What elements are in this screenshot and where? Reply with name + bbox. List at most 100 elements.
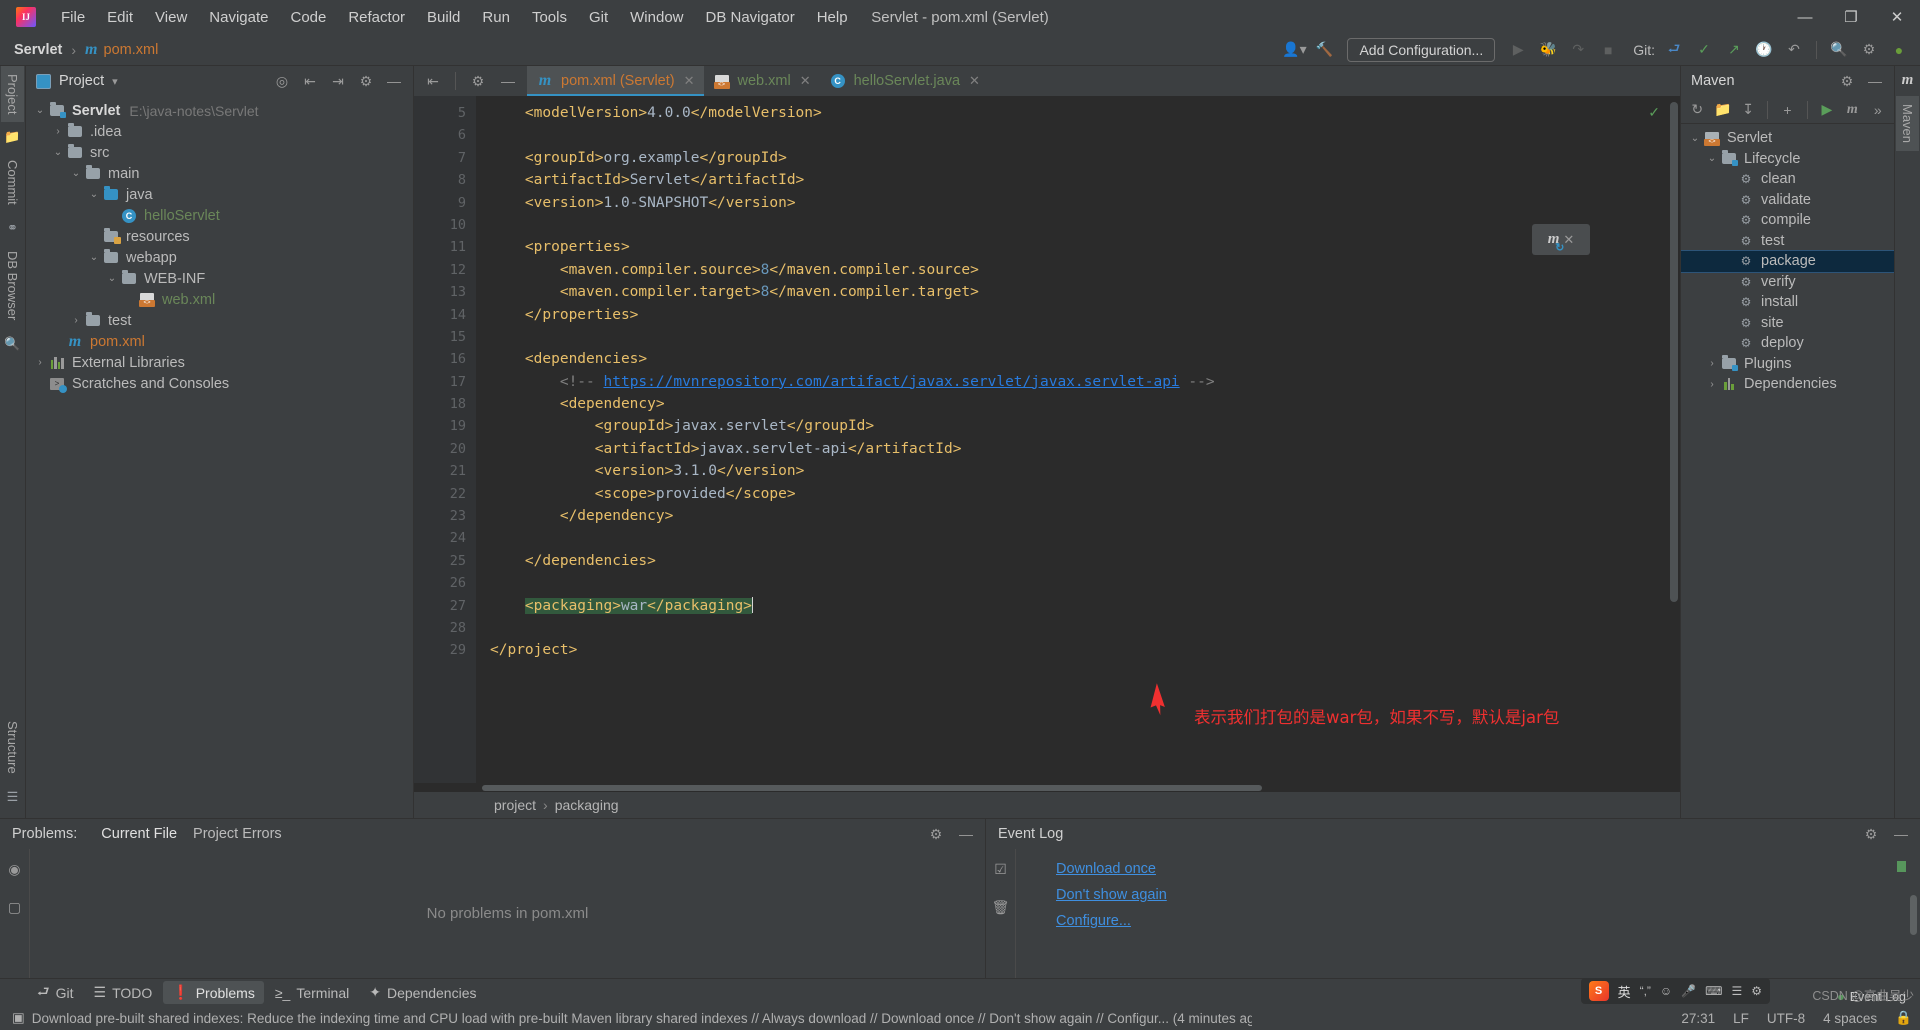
menu-refactor[interactable]: Refactor [337,5,416,30]
tabs-collapse-icon[interactable]: ⇤ [420,69,446,93]
maven-reload-all-icon[interactable]: ↻ [1686,98,1708,122]
code-line[interactable]: <properties> [476,236,1680,258]
breadcrumb-project[interactable]: Servlet [14,42,62,58]
ime-keyboard-icon[interactable]: ⌨ [1705,984,1722,998]
maven-tree[interactable]: ⌄Servlet⌄Lifecycle›⚙clean›⚙validate›⚙com… [1681,124,1894,818]
maven-hide-icon[interactable]: — [1862,69,1888,93]
ime-punctuation-icon[interactable]: “,” [1640,984,1651,998]
code-line[interactable]: <modelVersion>4.0.0</modelVersion> [476,102,1680,124]
menu-build[interactable]: Build [416,5,471,30]
maven-tree-item[interactable]: ›⚙deploy [1681,333,1894,354]
project-tree-item[interactable]: › External Libraries [26,352,413,373]
project-tree-item[interactable]: ⌄ webapp [26,247,413,268]
gutter-line-number[interactable]: 8 [414,169,476,191]
pane-hide-icon[interactable]: — [381,69,407,93]
folder-strip-icon[interactable]: 📁 [4,129,20,145]
status-message-wrap[interactable]: ▣ Download pre-built shared indexes: Red… [12,1010,1252,1026]
branch-icon[interactable]: ⮐ [1661,38,1687,62]
tree-expand-arrow-icon[interactable]: ⌄ [86,252,102,263]
menu-view[interactable]: View [144,5,198,30]
code-line[interactable]: <groupId>org.example</groupId> [476,147,1680,169]
maven-toast-close-icon[interactable]: ✕ [1563,232,1574,248]
sogou-ime-logo-icon[interactable]: S [1588,981,1609,1001]
caret-position[interactable]: 27:31 [1681,1011,1715,1026]
strip-tab-project[interactable]: Project [1,66,24,123]
tool-button-terminal[interactable]: ≥_ Terminal [266,982,358,1004]
gutter-line-number[interactable]: 21 [414,460,476,482]
tree-expand-arrow-icon[interactable]: › [68,315,84,326]
code-line[interactable]: <scope>provided</scope> [476,483,1680,505]
code-line[interactable]: <version>1.0-SNAPSHOT</version> [476,192,1680,214]
gutter-line-number[interactable]: 9 [414,192,476,214]
gutter-line-number[interactable]: 29− [414,639,490,661]
debug-icon[interactable]: 🐝 [1535,38,1561,62]
tab-current-file[interactable]: Current File [93,823,185,851]
code-line[interactable] [476,326,1680,348]
maximize-button[interactable]: ❐ [1828,0,1874,34]
project-tree-item[interactable]: ›>Scratches and Consoles [26,373,413,394]
locate-icon[interactable]: ◎ [269,69,295,93]
editor-horizontal-scrollbar[interactable] [482,783,1620,792]
line-separator[interactable]: LF [1733,1011,1749,1026]
maven-tree-item[interactable]: ›⚙site [1681,313,1894,334]
maven-tree-item[interactable]: › Plugins [1681,354,1894,375]
gutter-line-number[interactable]: 28 [414,617,476,639]
code-line[interactable] [476,214,1680,236]
project-tree-item[interactable]: ›mpom.xml [26,331,413,352]
code-line[interactable]: <version>3.1.0</version> [476,460,1680,482]
project-tree-item[interactable]: ⌄ java [26,184,413,205]
gutter-line-number[interactable]: 27● [414,595,490,618]
run-icon[interactable]: ▶ [1505,38,1531,62]
db-browser-icon[interactable]: 🔍 [4,336,20,352]
gutter-line-number[interactable]: 6 [414,124,476,146]
link-configure[interactable]: Configure... [1056,913,1920,929]
menu-file[interactable]: File [50,5,96,30]
tree-expand-arrow-icon[interactable]: › [32,357,48,368]
maven-strip-icon[interactable]: m [1902,72,1914,89]
inspection-status-icon[interactable]: ✓ [1648,104,1660,121]
ime-emoji-icon[interactable]: ☺ [1660,984,1672,998]
code-line[interactable]: <maven.compiler.target>8</maven.compiler… [476,281,1680,303]
maven-tree-item[interactable]: ›⚙test [1681,231,1894,252]
tree-expand-arrow-icon[interactable]: ⌄ [32,105,48,116]
project-tree-item[interactable]: ⌄ src [26,142,413,163]
code-line[interactable]: <artifactId>javax.servlet-api</artifactI… [476,438,1680,460]
editor-tab[interactable]: m pom.xml (Servlet) ✕ [527,66,704,96]
file-encoding[interactable]: UTF-8 [1767,1011,1805,1026]
code-line[interactable]: <!-- https://mvnrepository.com/artifact/… [476,371,1680,393]
gutter-line-number[interactable]: 22 [414,483,476,505]
maven-more-icon[interactable]: » [1867,98,1889,122]
structure-icon[interactable]: ☰ [7,789,19,805]
updates-icon[interactable]: ● [1886,38,1912,62]
code-line[interactable]: </project> [476,639,1680,661]
ime-menu-icon[interactable]: ☰ [1731,984,1742,998]
maven-tree-item[interactable]: ⌄ Lifecycle [1681,149,1894,170]
ime-voice-icon[interactable]: 🎤 [1681,984,1696,998]
editor-hide-icon[interactable]: — [495,69,521,93]
editor-breadcrumb-project[interactable]: project [494,797,536,813]
code-line[interactable]: <packaging>war</packaging> [476,595,1680,617]
tree-expand-arrow-icon[interactable]: ⌄ [50,147,66,158]
editor-vertical-scrollbar[interactable] [1670,102,1678,602]
event-log-scrollbar[interactable] [1910,895,1917,935]
chevron-down-icon[interactable]: ▾ [112,75,118,88]
lock-icon[interactable]: 🔒 [1895,1010,1912,1026]
breadcrumb-file[interactable]: pom.xml [104,42,159,58]
menu-tools[interactable]: Tools [521,5,578,30]
collapse-all-icon[interactable]: ⇥ [325,69,351,93]
maven-tree-item[interactable]: ›⚙install [1681,292,1894,313]
maven-tree-item[interactable]: ›⚙package [1681,250,1894,273]
maven-tree-item[interactable]: ⌄ Servlet [1681,128,1894,149]
maven-expand-arrow-icon[interactable]: ⌄ [1704,153,1720,164]
settings-icon[interactable]: ⚙ [1856,38,1882,62]
check-icon[interactable]: ✓ [1691,38,1717,62]
code-content[interactable]: <modelVersion>4.0.0</modelVersion> <grou… [476,96,1680,783]
code-line[interactable]: <groupId>javax.servlet</groupId> [476,415,1680,437]
gutter-line-number[interactable]: 13 [414,281,476,303]
project-tree-item[interactable]: ›web.xml [26,289,413,310]
editor-tab-close-icon[interactable]: ✕ [969,73,980,89]
gutter-line-number[interactable]: 12 [414,259,476,281]
tool-button-todo[interactable]: ☰ TODO [85,981,162,1004]
preview-icon[interactable]: ▢ [2,895,28,919]
maven-tree-item[interactable]: ›⚙verify [1681,272,1894,293]
